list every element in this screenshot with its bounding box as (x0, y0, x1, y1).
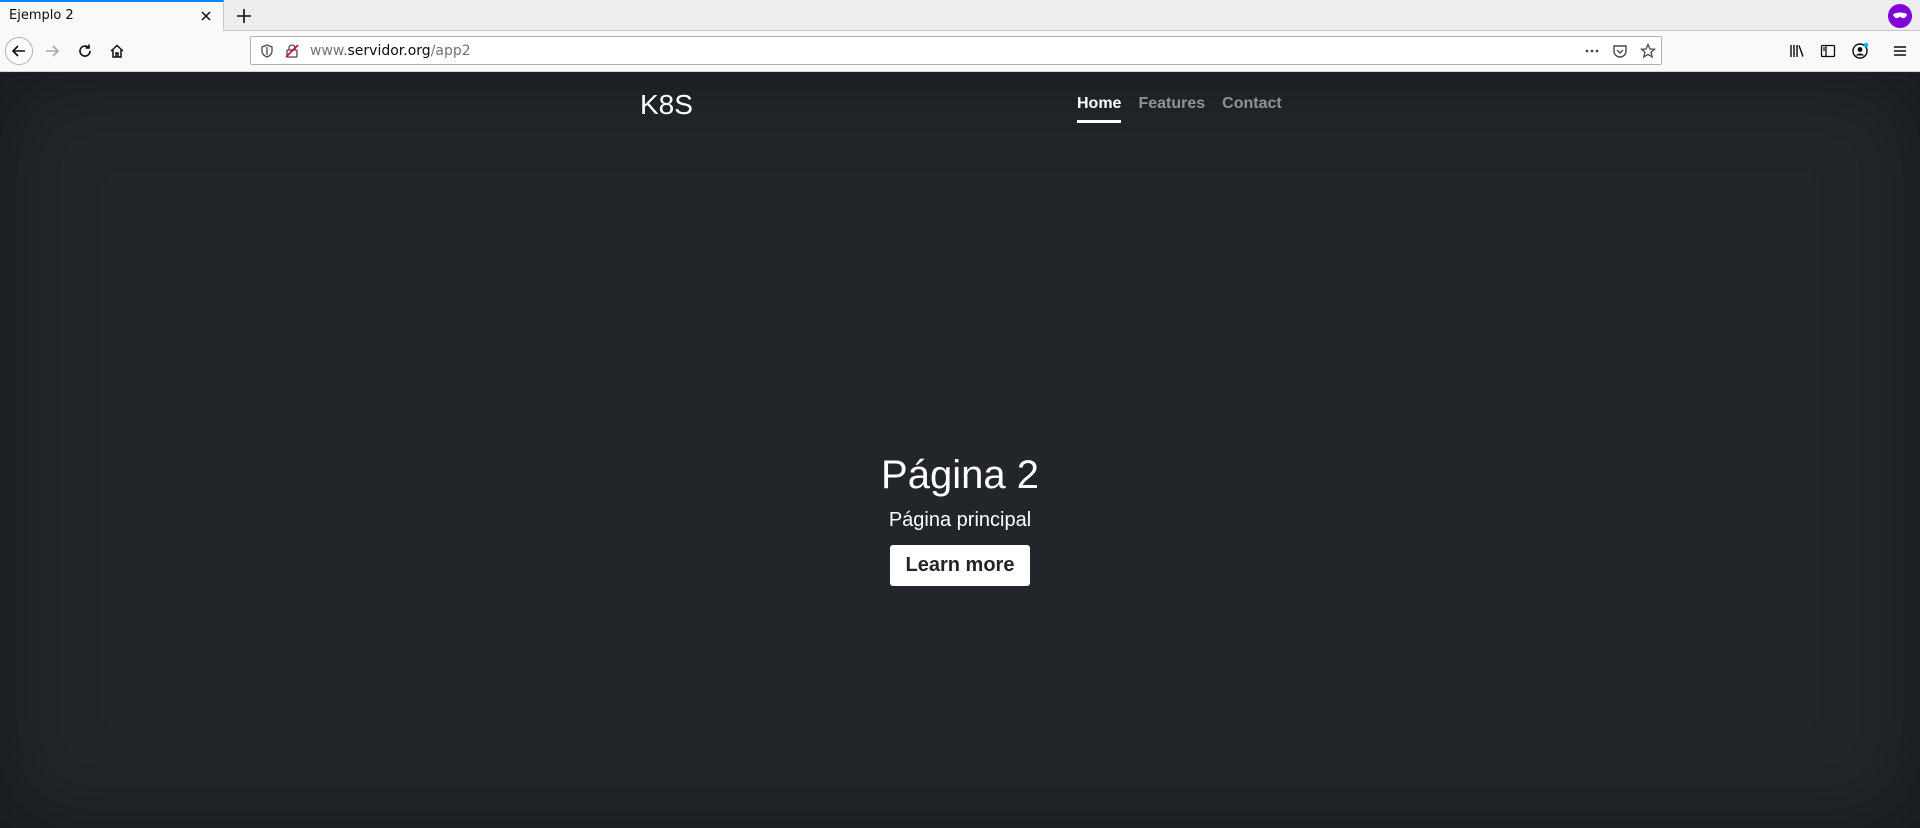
back-arrow-icon (11, 45, 25, 57)
nav-link-home[interactable]: Home (1077, 95, 1122, 123)
url-bar[interactable]: www.servidor.org/app2 (250, 36, 1662, 65)
close-tab-icon[interactable] (198, 8, 214, 24)
hero-lead: Página principal (888, 509, 1032, 531)
url-host: servidor.org (347, 43, 431, 59)
account-icon (1852, 42, 1869, 59)
hero-title: Página 2 (881, 453, 1039, 497)
library-button[interactable] (1783, 37, 1811, 65)
url-prefix: www. (310, 43, 348, 59)
nav-link-features[interactable]: Features (1138, 95, 1205, 123)
home-button[interactable] (103, 37, 131, 65)
learn-more-button[interactable]: Learn more (889, 545, 1031, 586)
navigation-toolbar: www.servidor.org/app2 (0, 31, 1920, 72)
site-nav: Home Features Contact (1077, 95, 1282, 123)
library-icon (1790, 45, 1804, 57)
page-content: K8S Home Features Contact Página 2 Págin… (0, 73, 1920, 828)
hamburger-menu-icon (1894, 46, 1906, 56)
url-text: www.servidor.org/app2 (310, 43, 471, 59)
tab-active[interactable]: Ejemplo 2 (0, 0, 224, 32)
pocket-icon[interactable] (1612, 43, 1628, 59)
sidebar-button[interactable] (1814, 37, 1842, 65)
site-brand[interactable]: K8S (640, 89, 693, 121)
account-button[interactable] (1846, 37, 1874, 65)
home-icon (110, 44, 124, 58)
bookmark-star-icon[interactable] (1639, 42, 1657, 59)
back-button[interactable] (5, 37, 33, 65)
forward-arrow-icon (46, 45, 60, 57)
url-path: /app2 (430, 43, 471, 59)
menu-button[interactable] (1886, 37, 1914, 65)
reload-button[interactable] (71, 37, 99, 65)
forward-button[interactable] (38, 37, 66, 65)
tab-title: Ejemplo 2 (9, 8, 74, 23)
tracking-protection-shield-icon[interactable] (259, 43, 275, 59)
sidebar-icon (1820, 44, 1836, 58)
private-browsing-icon (1888, 4, 1912, 28)
new-tab-button[interactable] (232, 4, 256, 28)
hero-section: Página 2 Página principal Learn more (0, 451, 1920, 586)
page-actions-icon[interactable] (1584, 43, 1600, 59)
nav-link-contact[interactable]: Contact (1222, 95, 1282, 123)
tab-strip: Ejemplo 2 (0, 0, 1920, 32)
reload-icon (79, 44, 91, 57)
insecure-connection-icon[interactable] (284, 43, 300, 59)
